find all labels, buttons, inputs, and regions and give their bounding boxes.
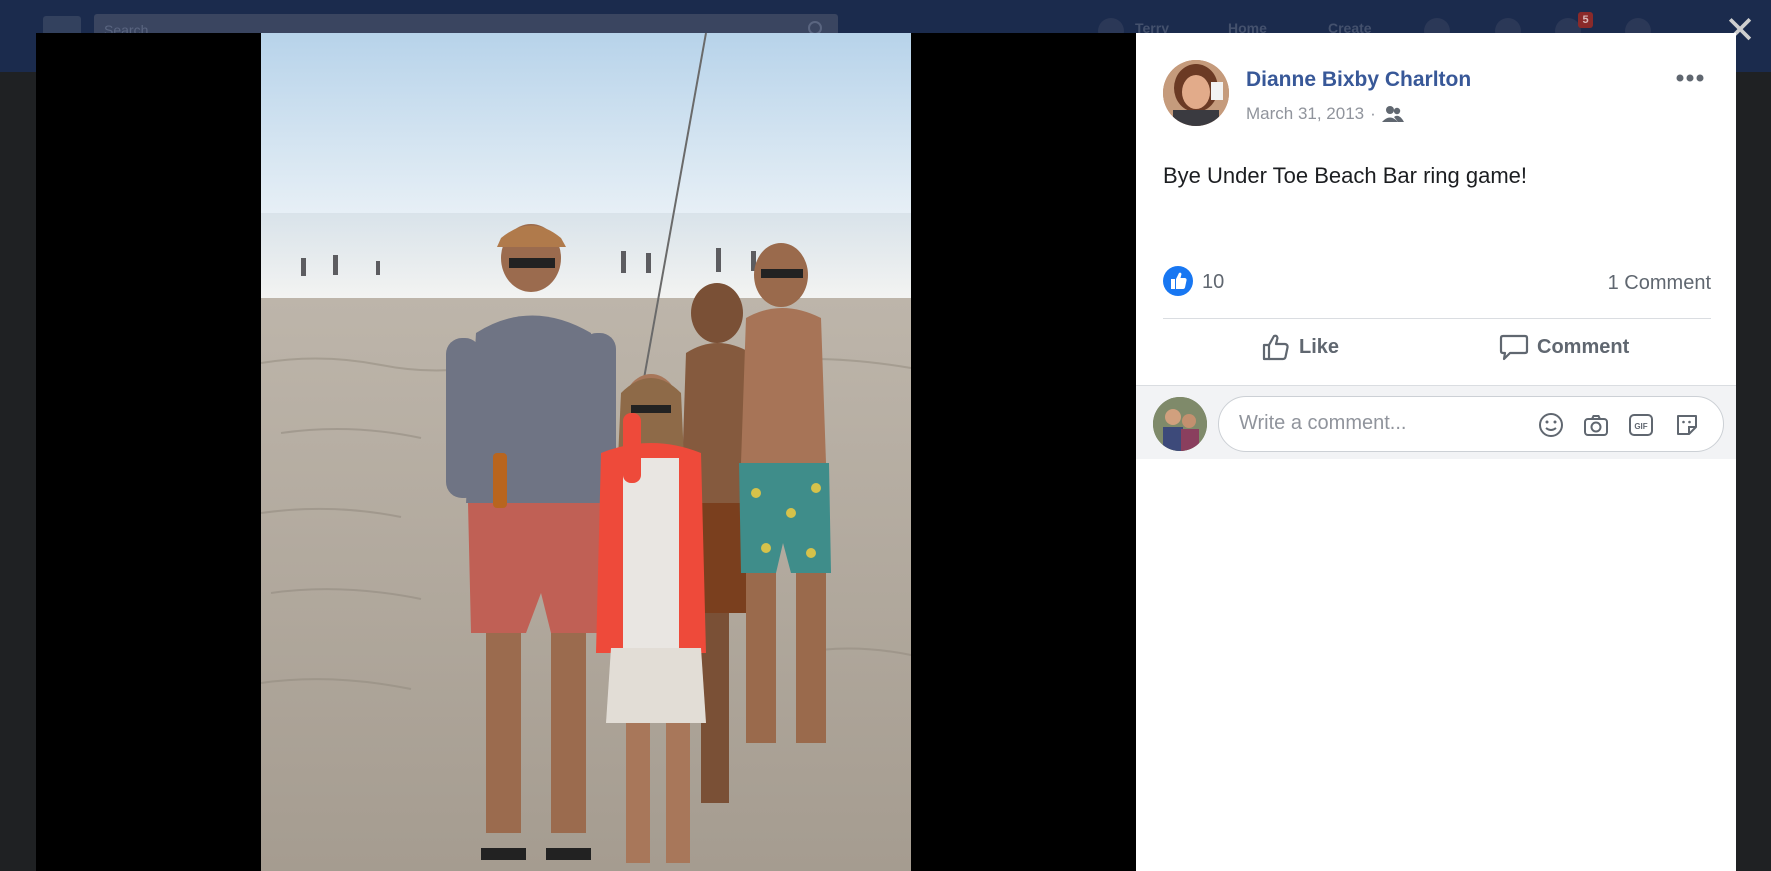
speech-bubble-icon <box>1499 334 1529 361</box>
beach-photo[interactable] <box>261 33 911 871</box>
reaction-count[interactable]: 10 <box>1202 271 1224 294</box>
gif-icon[interactable]: GIF <box>1627 411 1655 439</box>
post-meta: March 31, 2013 · <box>1246 104 1404 124</box>
friends-icon[interactable] <box>1381 105 1404 123</box>
post-text: Bye Under Toe Beach Bar ring game! <box>1163 163 1528 188</box>
emoji-icon[interactable] <box>1537 411 1565 439</box>
notifications-badge: 5 <box>1578 12 1593 28</box>
post-side-panel: Dianne Bixby Charlton March 31, 2013 · B… <box>1136 33 1736 871</box>
reactions-row: 10 1 Comment <box>1163 265 1711 309</box>
comment-input-box: GIF <box>1218 396 1724 452</box>
comment-composer: GIF <box>1136 385 1736 459</box>
thumbs-up-icon <box>1262 334 1289 361</box>
post-header: Dianne Bixby Charlton March 31, 2013 · <box>1163 60 1716 130</box>
post-actions: Like Comment <box>1163 323 1711 371</box>
camera-icon[interactable] <box>1582 411 1610 439</box>
like-button[interactable]: Like <box>1261 323 1339 371</box>
photo-viewer <box>36 33 1136 871</box>
svg-text:GIF: GIF <box>1634 422 1647 431</box>
author-avatar[interactable] <box>1163 60 1229 126</box>
like-button-label: Like <box>1299 335 1340 358</box>
comment-input[interactable] <box>1239 412 1529 435</box>
more-options-icon[interactable] <box>1672 68 1708 88</box>
comment-button[interactable]: Comment <box>1499 323 1629 371</box>
author-name[interactable]: Dianne Bixby Charlton <box>1246 68 1471 92</box>
post-date[interactable]: March 31, 2013 <box>1246 104 1364 124</box>
like-reaction-icon[interactable] <box>1163 266 1193 296</box>
comment-button-label: Comment <box>1537 335 1630 358</box>
divider <box>1163 318 1711 319</box>
current-user-avatar[interactable] <box>1153 397 1207 451</box>
sticker-icon[interactable] <box>1673 411 1701 439</box>
meta-separator: · <box>1370 104 1376 123</box>
comment-count[interactable]: 1 Comment <box>1608 272 1711 295</box>
